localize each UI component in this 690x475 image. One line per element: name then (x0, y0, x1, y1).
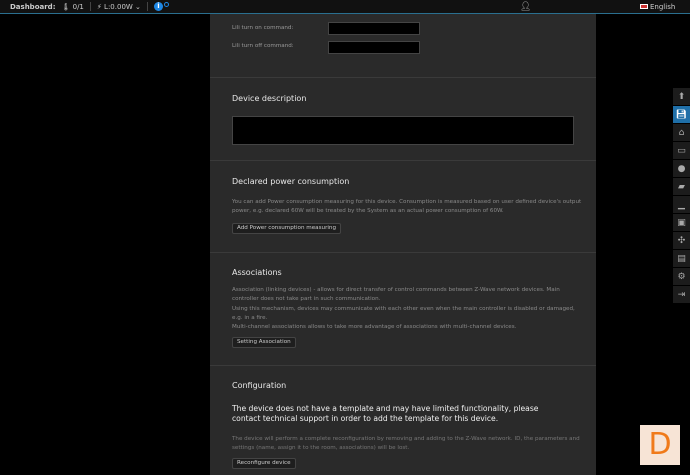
user-icon[interactable]: 👤︎ (520, 2, 531, 12)
section-title: Configuration (232, 381, 287, 390)
logout-icon[interactable]: ⇥ (673, 286, 690, 304)
gift-icon[interactable]: ▣ (673, 214, 690, 232)
divider (146, 2, 148, 11)
lili-off-label: Lili turn off command: (232, 43, 294, 49)
lili-on-input[interactable] (328, 22, 420, 35)
template-warning: The device does not have a template and … (232, 404, 539, 423)
text-line: Association (linking devices) - allows f… (232, 287, 560, 303)
devices-icon[interactable]: ▭ (673, 142, 690, 160)
section-title: Associations (232, 268, 282, 277)
sensors-status[interactable]: 🌡︎ 0/1 (62, 3, 84, 11)
top-bar: Dashboard: 🌡︎ 0/1 ⚡ L:0.00W ⌄ i 👤︎ Engli… (0, 0, 690, 14)
notification-badge (163, 1, 169, 7)
rooms-icon[interactable]: ▰ (673, 178, 690, 196)
power-consumption-section: Declared power consumption You can add P… (210, 160, 596, 252)
section-text: Association (linking devices) - allows f… (232, 286, 582, 332)
language-selector[interactable]: English (640, 3, 675, 11)
reconfigure-device-button[interactable]: Reconfigure device (232, 458, 296, 469)
chart-icon[interactable]: ▁ (673, 196, 690, 214)
info-icon[interactable]: i (153, 2, 163, 11)
gear-icon[interactable]: ⚙ (673, 268, 690, 286)
lili-off-input[interactable] (328, 41, 420, 54)
lili-on-label: Lili turn on command: (232, 25, 294, 31)
section-text: You can add Power consumption measuring … (232, 199, 582, 215)
home-icon[interactable]: ⌂ (673, 124, 690, 142)
add-power-measuring-button[interactable]: Add Power consumption measuring (232, 223, 342, 234)
section-title: Device description (232, 94, 307, 103)
dashboard-label: Dashboard: (10, 2, 56, 11)
right-sidebar: ⬆ 💾︎ ⌂ ▭ ● ▰ ▁ ▣ ✣ ▤ ⚙ ⇥ (673, 88, 690, 304)
power-dropdown[interactable]: ⚡ L:0.00W ⌄ (97, 3, 141, 11)
section-title: Declared power consumption (232, 177, 350, 186)
setting-association-button[interactable]: Setting Association (232, 337, 296, 348)
uk-flag-icon (640, 4, 648, 9)
power-value: L:0.00W (104, 2, 133, 11)
language-label: English (650, 2, 676, 11)
chevron-down-icon: ⌄ (135, 2, 141, 11)
lightning-icon: ⚡ (96, 2, 102, 11)
device-description-section: Device description (210, 77, 596, 160)
scene-icon[interactable]: ● (673, 160, 690, 178)
text-line: Multi-channel associations allows to tak… (232, 324, 517, 331)
section-text: The device will perform a complete recon… (232, 436, 580, 452)
configuration-section: Configuration The device does not have a… (210, 365, 596, 475)
save-icon[interactable]: 💾︎ (673, 106, 690, 124)
network-icon[interactable]: ✣ (673, 232, 690, 250)
associations-section: Associations Association (linking device… (210, 252, 596, 365)
device-settings-panel: Lili turn on command: Lili turn off comm… (210, 14, 596, 475)
device-description-input[interactable] (232, 116, 574, 145)
text-line: Using this mechanism, devices may commun… (232, 305, 575, 321)
thermometer-icon: 🌡︎ (61, 2, 71, 11)
arrow-up-icon[interactable]: ⬆ (673, 88, 690, 106)
sensors-count: 0/1 (72, 2, 84, 11)
divider (89, 2, 91, 11)
brand-logo: D (640, 425, 680, 465)
lili-commands-section: Lili turn on command: Lili turn off comm… (210, 14, 596, 77)
user-settings-icon[interactable]: ▤ (673, 250, 690, 268)
